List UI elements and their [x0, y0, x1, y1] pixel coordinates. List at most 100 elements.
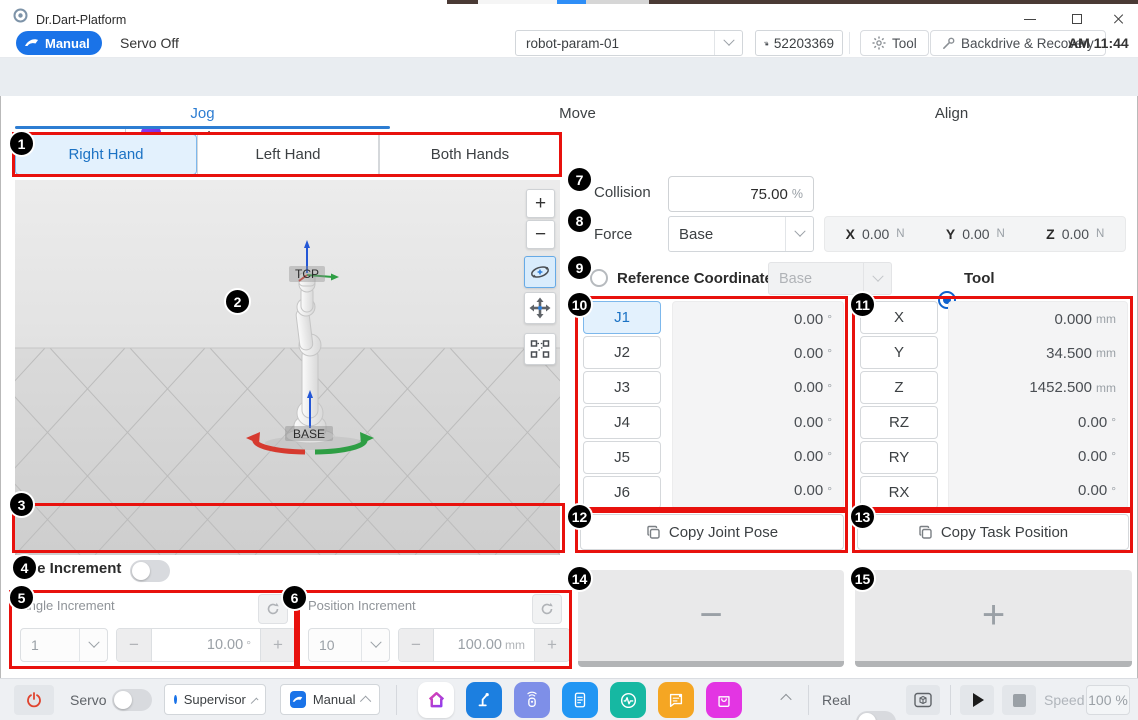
angle-decrement-button[interactable]: −	[117, 629, 151, 661]
reference-coordinates-radio[interactable]	[590, 269, 608, 287]
subtab-align[interactable]: Align	[765, 101, 1138, 125]
3d-view-icon	[914, 692, 932, 708]
task-ry-button[interactable]: RY	[860, 441, 938, 474]
position-reset-button[interactable]	[532, 594, 562, 624]
position-decrement-button[interactable]: −	[399, 629, 433, 661]
maximize-button[interactable]	[1062, 9, 1092, 29]
clock-text: AM 11:44	[1068, 35, 1129, 51]
statusbar-divider	[950, 685, 951, 715]
angle-reset-button[interactable]	[258, 594, 288, 624]
right-hand-button[interactable]: Right Hand	[15, 134, 197, 175]
statusbar-divider	[396, 685, 397, 715]
rotate-view-button[interactable]	[524, 256, 556, 288]
joint-j5-value: 0.00°	[673, 439, 843, 473]
reset-icon	[266, 602, 280, 616]
role-status-dot	[174, 695, 177, 704]
use-increment-toggle[interactable]	[130, 560, 170, 582]
speed-label: Speed	[1044, 692, 1084, 708]
angle-preset-select[interactable]: 1	[20, 628, 108, 662]
app-document-tile[interactable]	[562, 682, 598, 718]
task-x-button[interactable]: X	[860, 301, 938, 334]
minimize-icon	[1024, 19, 1036, 20]
zoom-in-button[interactable]: +	[526, 189, 555, 218]
task-z-value: 1452.500mm	[949, 371, 1127, 405]
orbit-rotate-icon	[529, 261, 551, 283]
chevron-down-icon	[370, 637, 381, 648]
minimize-button[interactable]	[1015, 9, 1045, 29]
use-increment-label: Use Increment	[18, 560, 121, 577]
jog-minus-pad[interactable]: −	[578, 570, 844, 667]
angle-value-field[interactable]: 10.00 °	[151, 629, 261, 661]
robot-3d-viewport[interactable]: TCP BASE + − Front Right	[15, 180, 560, 555]
pan-arrows-icon	[529, 297, 551, 319]
force-z: Z0.00N	[1046, 226, 1104, 242]
reference-frame-select[interactable]: Base	[768, 262, 892, 295]
angle-increment-button[interactable]: +	[261, 629, 295, 661]
jog-plus-pad[interactable]: +	[855, 570, 1132, 667]
close-button[interactable]	[1104, 9, 1134, 29]
speed-value-button[interactable]: 100 %	[1086, 685, 1130, 715]
position-increment-button[interactable]: +	[535, 629, 569, 661]
joint-j3-button[interactable]: J3	[583, 371, 661, 404]
position-preset-select[interactable]: 10	[308, 628, 390, 662]
position-increment-title: Position Increment	[308, 598, 416, 613]
close-icon	[1113, 13, 1125, 25]
joint-j5-button[interactable]: J5	[583, 441, 661, 474]
manual-mode-label: Manual	[45, 36, 90, 51]
app-remote-tile[interactable]	[514, 682, 550, 718]
app-robot-tile[interactable]	[466, 682, 502, 718]
robot-param-chevron	[714, 31, 742, 55]
play-icon	[973, 693, 984, 707]
app-home-tile[interactable]	[418, 682, 454, 718]
stop-button[interactable]	[1002, 685, 1036, 715]
role-select[interactable]: Supervisor	[164, 684, 266, 715]
task-values-panel: 0.000mm 34.500mm 1452.500mm 0.00° 0.00° …	[948, 301, 1128, 509]
collapse-dock-button[interactable]	[782, 694, 790, 702]
lock-id-box[interactable]: 52203369	[755, 30, 843, 56]
servo-toggle[interactable]	[112, 689, 152, 711]
both-hands-button[interactable]: Both Hands	[379, 134, 561, 175]
position-value-field[interactable]: 100.00 mm	[433, 629, 535, 661]
force-readout-panel: X0.00N Y0.00N Z0.00N	[824, 216, 1126, 252]
app-message-tile[interactable]	[658, 682, 694, 718]
task-rx-value: 0.00°	[949, 474, 1127, 508]
left-hand-button[interactable]: Left Hand	[197, 134, 379, 175]
copy-joint-pose-button[interactable]: Copy Joint Pose	[580, 514, 844, 550]
copy-task-position-button[interactable]: Copy Task Position	[857, 514, 1129, 550]
position-preset-chevron	[361, 629, 389, 661]
power-button[interactable]	[14, 685, 54, 715]
joint-j4-value: 0.00°	[673, 405, 843, 439]
joint-j6-button[interactable]: J6	[583, 476, 661, 509]
joint-j1-button[interactable]: J1	[583, 301, 661, 334]
joint-j4-button[interactable]: J4	[583, 406, 661, 439]
task-rz-button[interactable]: RZ	[860, 406, 938, 439]
subtab-move[interactable]: Move	[390, 101, 765, 125]
app-store-tile[interactable]	[706, 682, 742, 718]
robot-param-select[interactable]: robot-param-01	[515, 30, 743, 56]
task-z-button[interactable]: Z	[860, 371, 938, 404]
angle-value: 10.00	[207, 637, 243, 653]
chevron-down-icon	[88, 637, 99, 648]
force-frame-select[interactable]: Base	[668, 216, 814, 252]
force-x-unit: N	[896, 228, 904, 240]
tool-button[interactable]: Tool	[860, 30, 929, 56]
mode-select[interactable]: Manual	[280, 684, 380, 715]
task-rx-button[interactable]: RX	[860, 476, 938, 509]
collision-input[interactable]: 75.00 %	[668, 176, 814, 212]
force-y: Y0.00N	[946, 226, 1005, 242]
real-toggle[interactable]	[856, 711, 896, 720]
toolbar-divider	[849, 32, 850, 54]
play-button[interactable]	[960, 685, 994, 715]
task-y-button[interactable]: Y	[860, 336, 938, 369]
pan-view-button[interactable]	[524, 292, 556, 324]
copy-icon	[646, 525, 661, 540]
joint-j2-button[interactable]: J2	[583, 336, 661, 369]
toolbar: Manual Servo Off robot-param-01 52203369…	[0, 28, 1138, 58]
position-stepper: − 100.00 mm +	[398, 628, 570, 662]
sim-3d-view-button[interactable]	[906, 685, 940, 715]
measure-distance-button[interactable]	[524, 333, 556, 365]
zoom-out-button[interactable]: −	[526, 220, 555, 249]
app-monitor-tile[interactable]	[610, 682, 646, 718]
manual-mode-button[interactable]: Manual	[16, 31, 102, 55]
subtab-jog[interactable]: Jog	[15, 101, 390, 125]
